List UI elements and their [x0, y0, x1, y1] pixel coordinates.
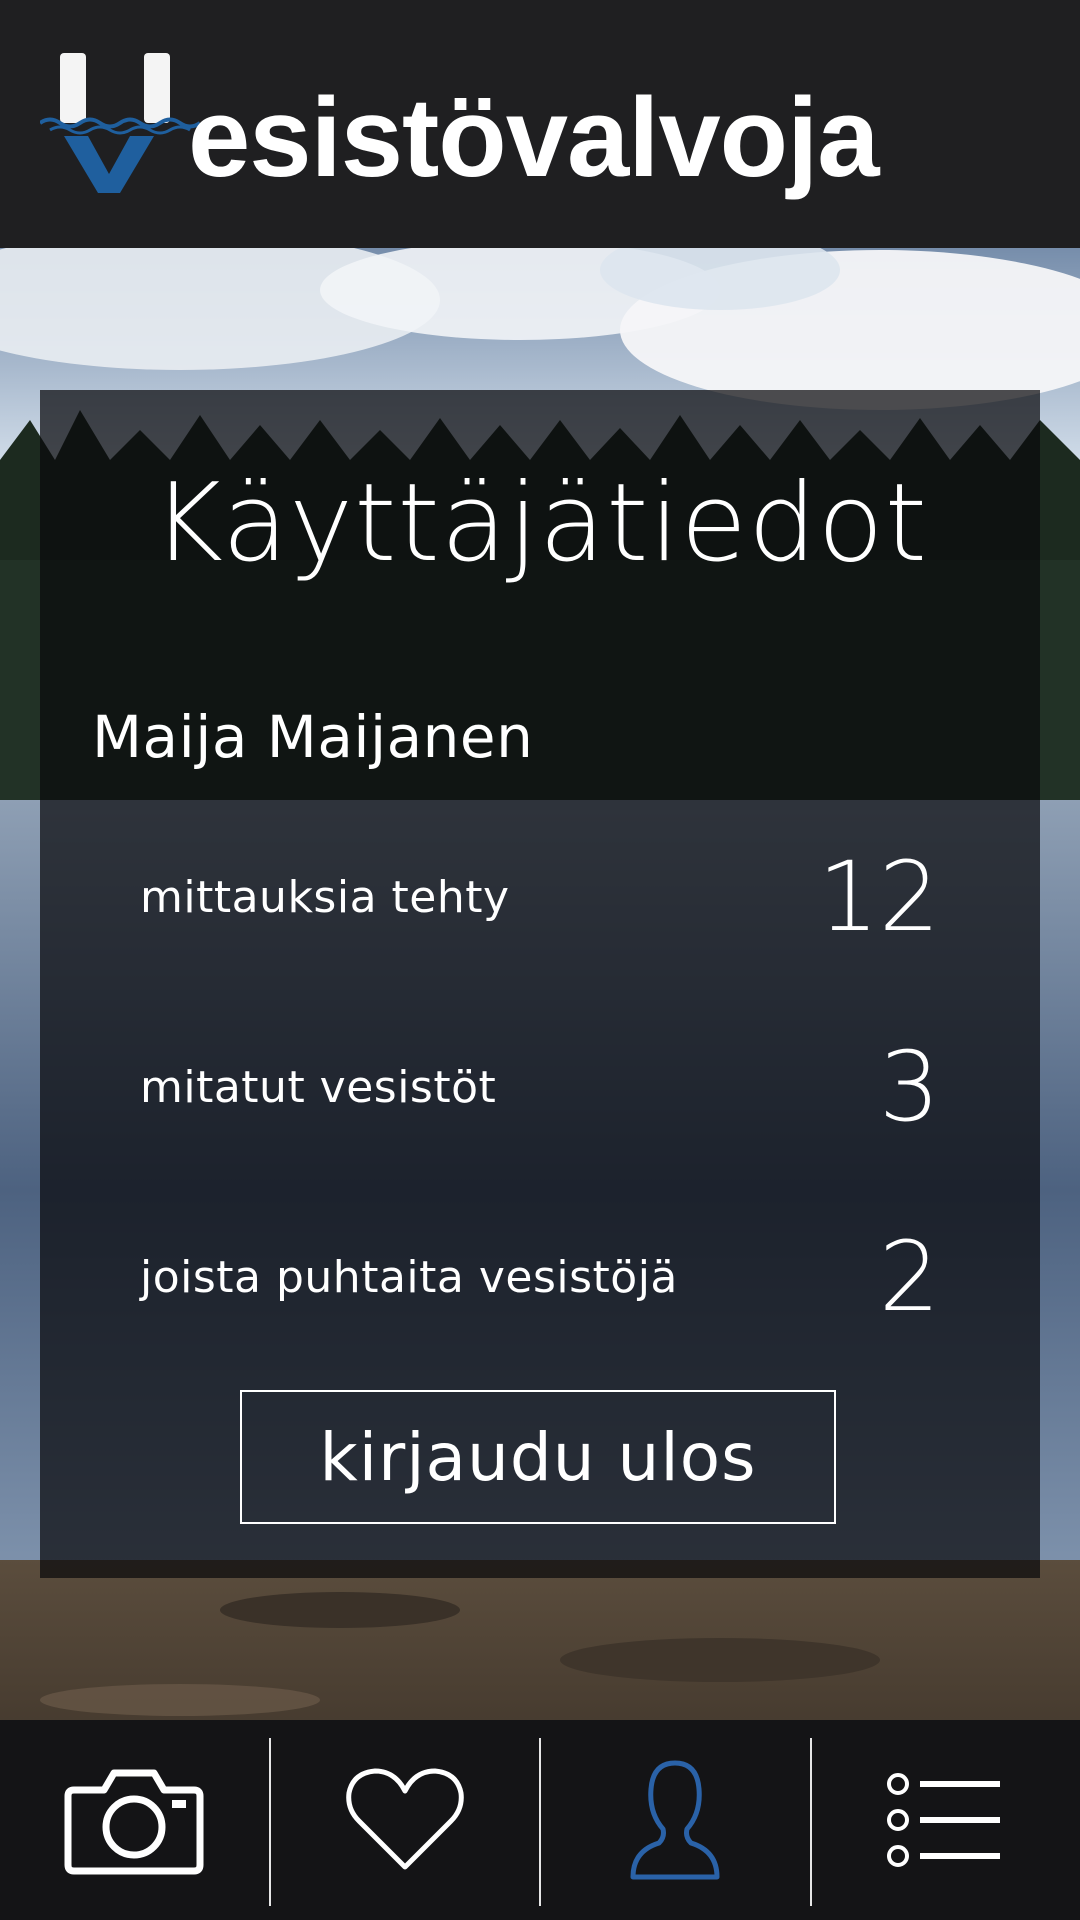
bottom-nav: [0, 1720, 1080, 1920]
nav-item-profile[interactable]: [541, 1720, 810, 1920]
user-name: Maija Maijanen: [92, 703, 534, 771]
user-icon: [630, 1760, 720, 1880]
stat-value: 12: [817, 841, 940, 953]
page-title: Käyttäjätiedot: [152, 461, 928, 586]
stat-label: joista puhtaita vesistöjä: [140, 1251, 678, 1303]
app-header: esistövalvoja: [0, 0, 1080, 248]
stat-row-measurements: mittauksia tehty 12: [140, 842, 940, 952]
stat-label: mittauksia tehty: [140, 871, 510, 923]
heart-icon: [345, 1768, 464, 1870]
stat-row-measured-waters: mitatut vesistöt 3: [140, 1032, 940, 1142]
camera-icon: [64, 1769, 204, 1875]
stat-label: mitatut vesistöt: [140, 1061, 497, 1113]
stat-value: 3: [878, 1031, 940, 1143]
stat-value: 2: [878, 1221, 940, 1333]
brand-name: esistövalvoja: [188, 75, 879, 200]
logout-button[interactable]: kirjaudu ulos: [240, 1390, 836, 1524]
list-icon: [886, 1773, 1000, 1867]
stat-row-clean-waters: joista puhtaita vesistöjä 2: [140, 1222, 940, 1332]
nav-item-list[interactable]: [812, 1720, 1080, 1920]
nav-item-camera[interactable]: [0, 1720, 269, 1920]
logo-icon: [40, 53, 200, 193]
nav-item-favorites[interactable]: [271, 1720, 540, 1920]
profile-card: Käyttäjätiedot Maija Maijanen mittauksia…: [40, 390, 1040, 1578]
